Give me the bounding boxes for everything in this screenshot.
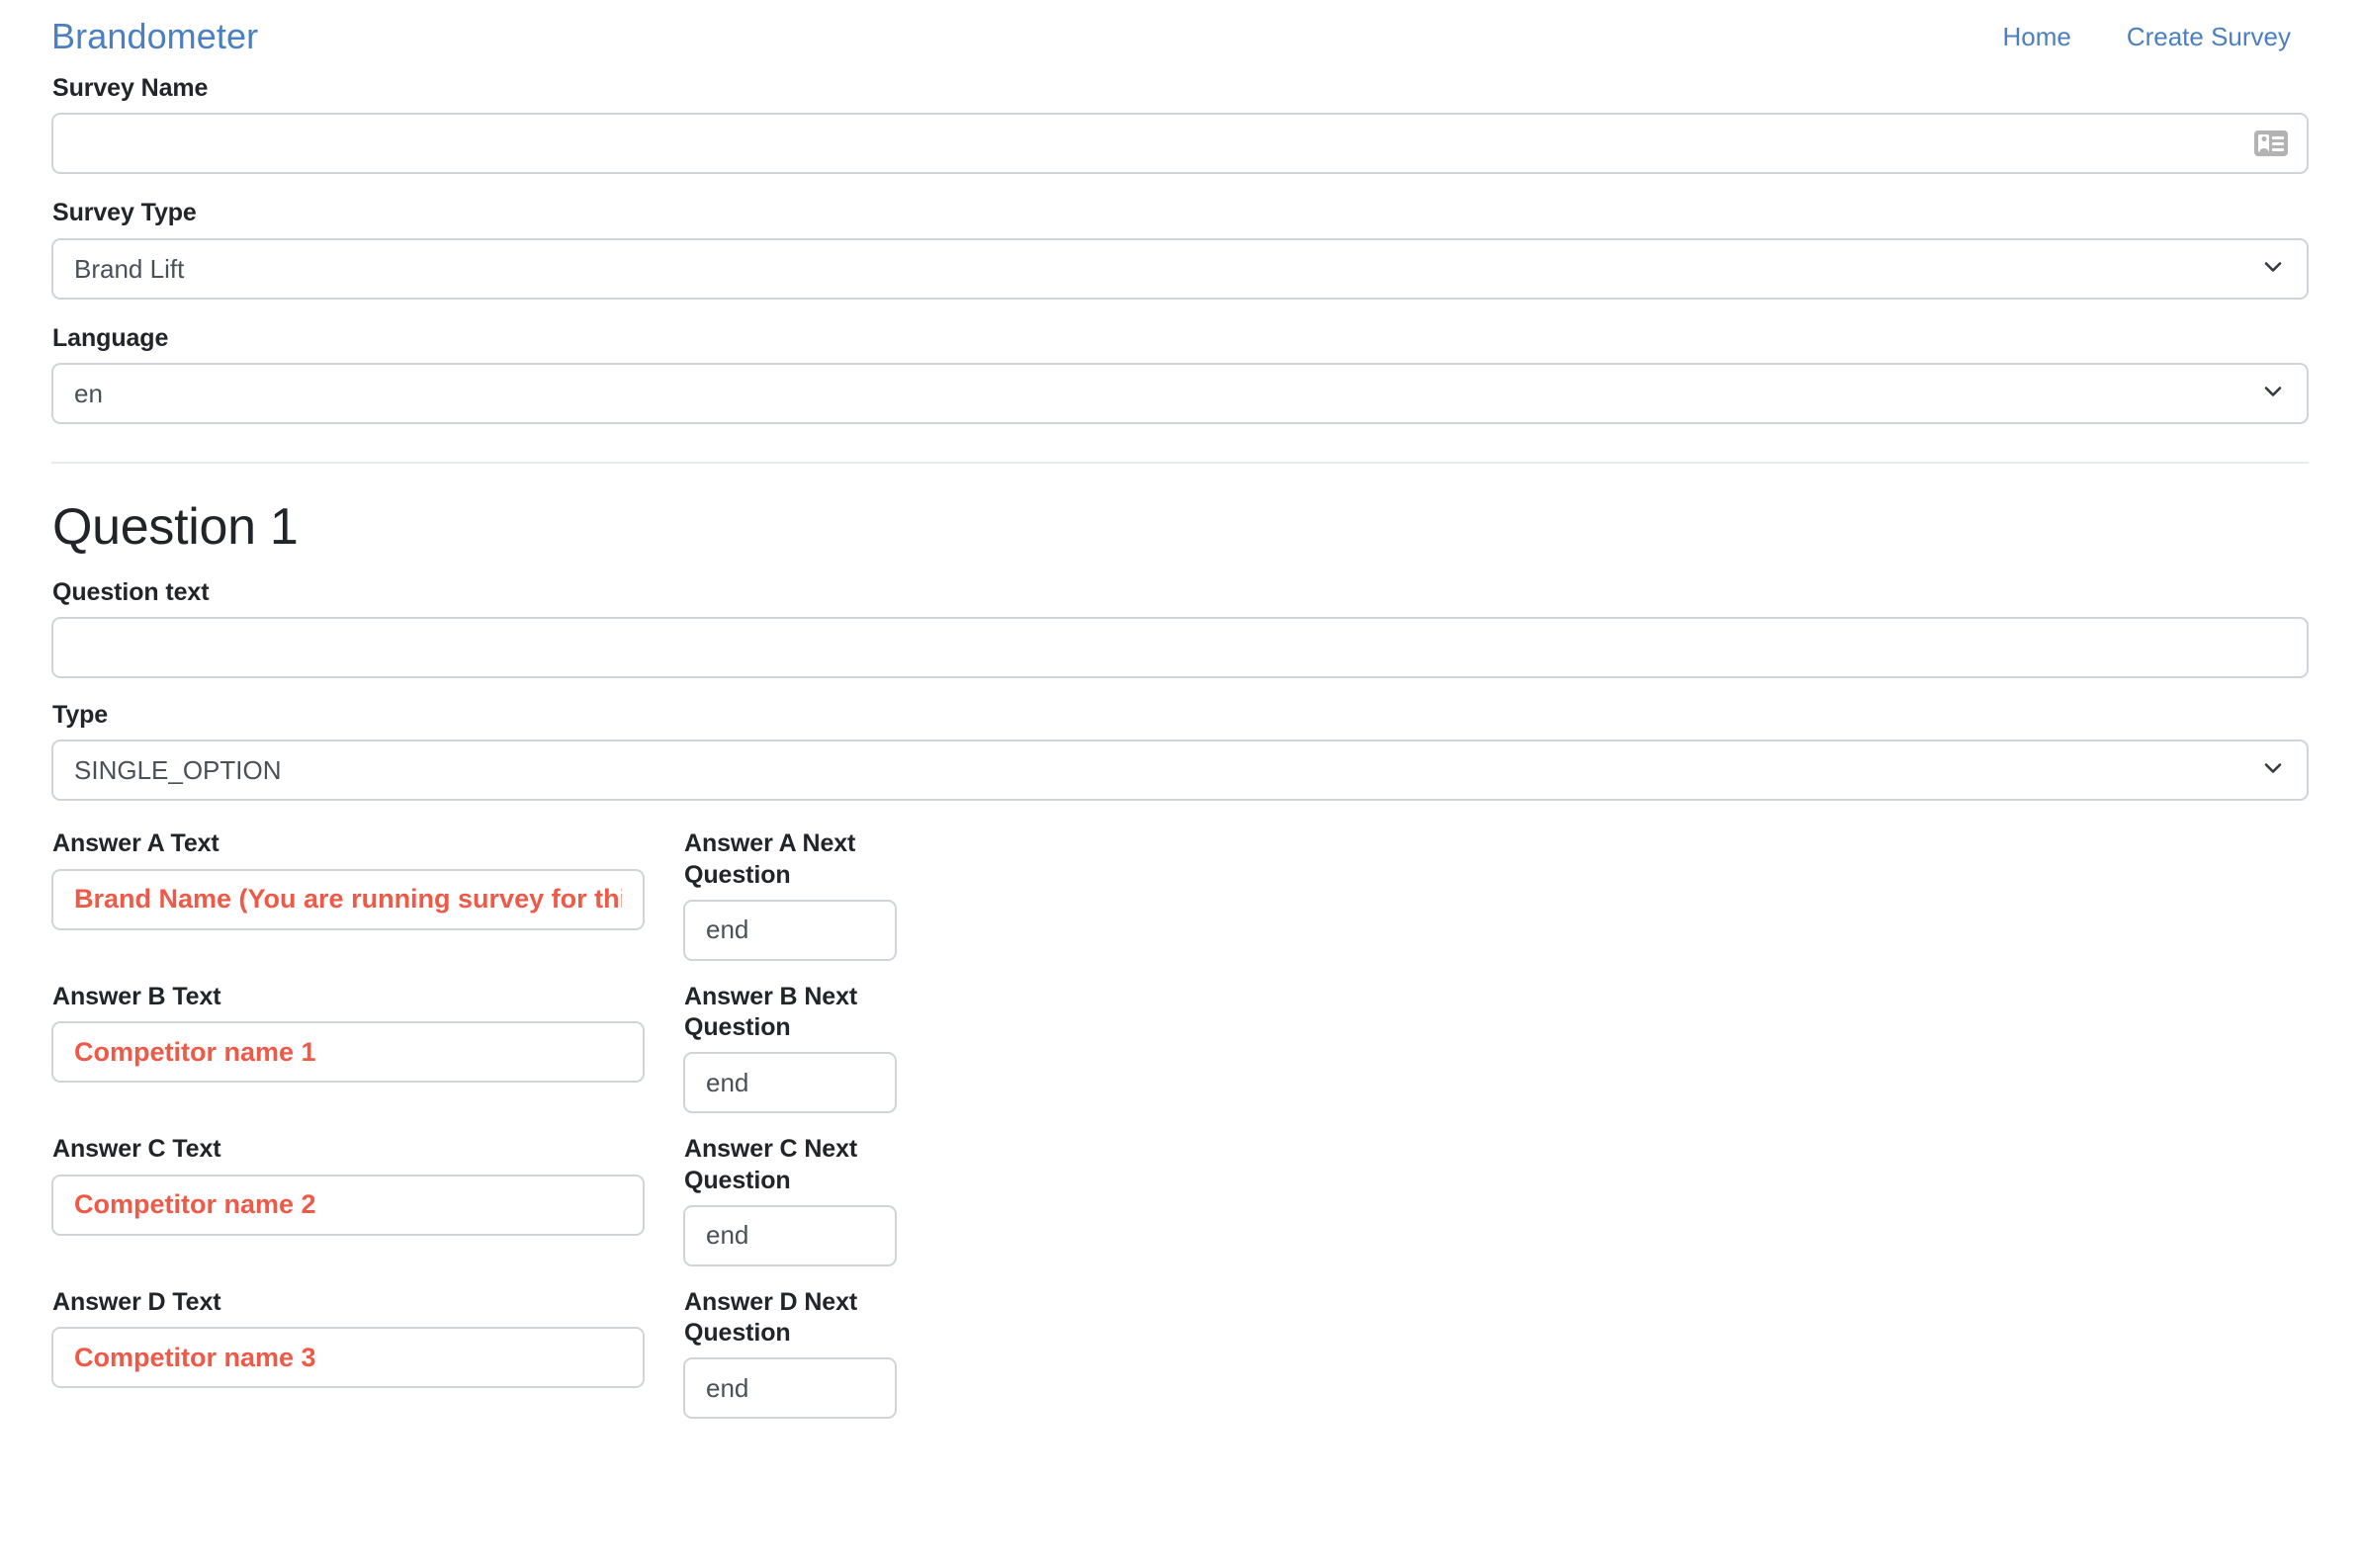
question-type-field-block: Type SINGLE_OPTION — [51, 700, 2309, 802]
answer-c-text-block: Answer C Text — [51, 1134, 645, 1236]
nav-link-create-survey[interactable]: Create Survey — [2127, 22, 2291, 52]
nav-link-home[interactable]: Home — [2002, 22, 2070, 52]
answer-a-text-input[interactable] — [51, 868, 645, 930]
answer-c-next-input[interactable] — [683, 1204, 897, 1266]
brand-logo[interactable]: Brandometer — [51, 19, 258, 54]
language-select-wrap: en — [51, 362, 2309, 424]
question-heading: Question 1 — [52, 497, 299, 556]
survey-type-select[interactable]: Brand Lift — [51, 237, 2309, 300]
language-field-block: Language en — [51, 323, 2309, 424]
question-text-input[interactable] — [51, 617, 2309, 679]
survey-type-select-wrap: Brand Lift — [51, 237, 2309, 300]
question-type-select-wrap: SINGLE_OPTION — [51, 740, 2309, 802]
answer-c-next-block: Answer C Next Question — [683, 1134, 897, 1266]
answer-a-next-label: Answer A Next Question — [684, 829, 856, 889]
answer-a-next-block: Answer A Next Question — [683, 828, 897, 961]
answer-d-text-label: Answer D Text — [52, 1287, 221, 1316]
answer-d-text-block: Answer D Text — [51, 1287, 645, 1389]
answer-c-text-label: Answer C Text — [52, 1135, 221, 1164]
contact-card-icon[interactable] — [2254, 131, 2288, 157]
question-text-field-block: Question text — [51, 577, 2309, 679]
create-survey-form: Survey Name Survey Type Brand Lift Langu… — [0, 73, 2363, 1420]
answers-section: Answer A Text Answer A Next Question Ans… — [51, 828, 2309, 1420]
language-select[interactable]: en — [51, 362, 2309, 424]
answer-row: Answer B Text Answer B Next Question — [51, 982, 2309, 1114]
survey-name-input-wrap — [51, 113, 2309, 175]
answer-d-next-label: Answer D Next Question — [684, 1287, 858, 1348]
question-text-label: Question text — [52, 577, 210, 606]
answer-a-next-input[interactable] — [683, 899, 897, 961]
section-divider — [51, 461, 2309, 464]
survey-name-label: Survey Name — [52, 74, 209, 102]
answer-a-text-label: Answer A Text — [52, 829, 219, 858]
answer-d-next-input[interactable] — [683, 1357, 897, 1420]
survey-name-field-block: Survey Name — [51, 73, 2309, 175]
question-type-label: Type — [52, 701, 109, 730]
language-label: Language — [52, 323, 169, 352]
answer-c-next-label: Answer C Next Question — [684, 1135, 858, 1194]
survey-name-input[interactable] — [51, 113, 2309, 175]
nav-links: Home Create Survey — [2002, 22, 2309, 52]
survey-type-field-block: Survey Type Brand Lift — [51, 198, 2309, 300]
top-navbar: Brandometer Home Create Survey — [0, 0, 2363, 73]
answer-row: Answer A Text Answer A Next Question — [51, 828, 2309, 961]
answer-row: Answer C Text Answer C Next Question — [51, 1134, 2309, 1266]
answer-d-text-input[interactable] — [51, 1327, 645, 1389]
answer-b-text-block: Answer B Text — [51, 982, 645, 1084]
answer-b-text-label: Answer B Text — [52, 982, 221, 1010]
answer-b-text-input[interactable] — [51, 1021, 645, 1084]
survey-type-label: Survey Type — [52, 199, 197, 227]
answer-b-next-label: Answer B Next Question — [684, 982, 858, 1042]
answer-c-text-input[interactable] — [51, 1174, 645, 1236]
answer-d-next-block: Answer D Next Question — [683, 1287, 897, 1420]
answer-b-next-input[interactable] — [683, 1052, 897, 1114]
answer-row: Answer D Text Answer D Next Question — [51, 1287, 2309, 1420]
answer-a-text-block: Answer A Text — [51, 828, 645, 930]
question-type-select[interactable]: SINGLE_OPTION — [51, 740, 2309, 802]
answer-b-next-block: Answer B Next Question — [683, 982, 897, 1114]
